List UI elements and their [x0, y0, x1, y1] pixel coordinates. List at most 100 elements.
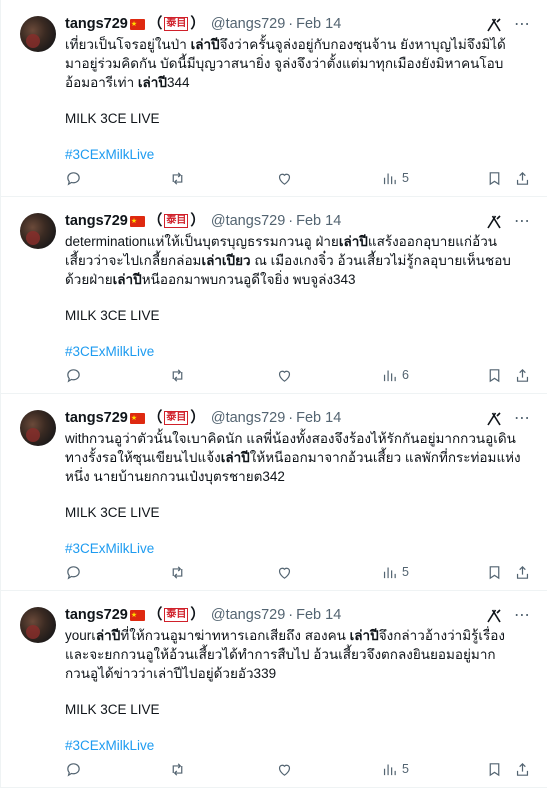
hashtag-link[interactable]: #3CExMilkLive — [65, 539, 531, 558]
user-handle[interactable]: @tangs729 — [211, 211, 285, 231]
like-button[interactable] — [276, 761, 293, 778]
views-count: 5 — [402, 171, 409, 185]
highlighted-term: ล่าปี — [95, 628, 121, 643]
tweet[interactable]: tangs729 （ 泰目 ） @tangs729 · Feb 14 ⋯ wit… — [1, 394, 547, 591]
grok-icon[interactable] — [485, 213, 503, 231]
reply-button[interactable] — [65, 170, 82, 187]
reply-button[interactable] — [65, 564, 82, 581]
grok-icon[interactable] — [485, 607, 503, 625]
hashtag-link[interactable]: #3CExMilkLive — [65, 736, 531, 755]
share-icon — [516, 368, 529, 382]
views-chart-icon — [383, 567, 396, 578]
views-chart-icon — [383, 370, 396, 381]
name-paren-open: （ — [147, 213, 163, 229]
tweet-header: tangs729 （ 泰目 ） @tangs729 · Feb 14 — [65, 605, 531, 626]
like-button[interactable] — [276, 170, 293, 187]
reply-button[interactable] — [65, 761, 82, 778]
more-options-icon[interactable]: ⋯ — [513, 410, 531, 428]
tweet-text: yourเล่าปีที่ให้กวนอูมาฆ่าทหารเอกเสียถึง… — [65, 626, 531, 683]
display-name[interactable]: tangs729 — [65, 408, 128, 428]
share-button[interactable] — [514, 761, 531, 778]
highlighted-term: เล่าปี — [112, 272, 142, 287]
tweet-text: determinationแห่ให้เป็นบุตรบุญธรรมกวนอู … — [65, 232, 531, 289]
display-name[interactable]: tangs729 — [65, 605, 128, 625]
tweet-text-live: MILK 3CE LIVE — [65, 308, 160, 323]
text-segment: 344 — [166, 75, 190, 90]
name-badge: 泰目 — [164, 608, 189, 622]
share-button[interactable] — [514, 367, 531, 384]
highlighted-term: เล่าเปียว — [201, 253, 251, 268]
reply-icon — [67, 565, 80, 579]
views-button[interactable]: 5 — [381, 170, 409, 187]
tweet-date[interactable]: Feb 14 — [296, 211, 341, 231]
retweet-button[interactable] — [169, 761, 186, 778]
china-flag-icon — [129, 15, 145, 35]
avatar[interactable] — [20, 410, 56, 446]
views-button[interactable]: 5 — [381, 564, 409, 581]
tweet[interactable]: tangs729 （ 泰目 ） @tangs729 · Feb 14 ⋯ เที… — [1, 0, 547, 197]
text-segment: yourเ — [65, 628, 96, 643]
name-paren-open: （ — [147, 410, 163, 426]
china-flag-icon — [129, 212, 145, 232]
retweet-icon — [172, 171, 183, 185]
highlighted-term: เล่าปี — [220, 450, 250, 465]
more-options-icon[interactable]: ⋯ — [513, 213, 531, 231]
like-button[interactable] — [276, 367, 293, 384]
reply-icon — [67, 171, 80, 185]
tweet-date[interactable]: Feb 14 — [296, 605, 341, 625]
reply-button[interactable] — [65, 367, 82, 384]
separator-dot: · — [288, 607, 294, 623]
avatar[interactable] — [20, 213, 56, 249]
views-count: 6 — [402, 368, 409, 382]
avatar[interactable] — [20, 607, 56, 643]
heart-icon — [278, 370, 291, 382]
views-button[interactable]: 6 — [381, 367, 409, 384]
bookmark-button[interactable] — [486, 367, 503, 384]
bookmark-icon — [489, 368, 500, 382]
user-handle[interactable]: @tangs729 — [211, 605, 285, 625]
views-button[interactable]: 5 — [381, 761, 409, 778]
bookmark-button[interactable] — [486, 170, 503, 187]
tweet-feed: tangs729 （ 泰目 ） @tangs729 · Feb 14 ⋯ เที… — [0, 0, 547, 788]
more-options-icon[interactable]: ⋯ — [513, 16, 531, 34]
display-name[interactable]: tangs729 — [65, 14, 128, 34]
retweet-button[interactable] — [169, 367, 186, 384]
views-chart-icon — [383, 173, 396, 184]
hashtag-link[interactable]: #3CExMilkLive — [65, 145, 531, 164]
tweet[interactable]: tangs729 （ 泰目 ） @tangs729 · Feb 14 ⋯ you… — [1, 591, 547, 788]
display-name[interactable]: tangs729 — [65, 211, 128, 231]
tweet-actions: 6 — [65, 365, 531, 385]
bookmark-button[interactable] — [486, 564, 503, 581]
grok-icon[interactable] — [485, 16, 503, 34]
share-icon — [516, 762, 529, 776]
bookmark-icon — [489, 171, 500, 185]
bookmark-button[interactable] — [486, 761, 503, 778]
china-flag-icon — [129, 606, 145, 626]
tweet-date[interactable]: Feb 14 — [296, 14, 341, 34]
user-handle[interactable]: @tangs729 — [211, 14, 285, 34]
hashtag-link[interactable]: #3CExMilkLive — [65, 342, 531, 361]
avatar[interactable] — [20, 16, 56, 52]
share-icon — [516, 171, 529, 185]
bookmark-icon — [489, 762, 500, 776]
highlighted-term: เล่าปี — [349, 628, 379, 643]
share-button[interactable] — [514, 564, 531, 581]
tweet-date[interactable]: Feb 14 — [296, 408, 341, 428]
retweet-button[interactable] — [169, 170, 186, 187]
more-options-icon[interactable]: ⋯ — [513, 607, 531, 625]
text-segment: ที่ให้กวนอูมาฆ่าทหารเอกเสียถึง สองคน — [120, 628, 350, 643]
tweet[interactable]: tangs729 （ 泰目 ） @tangs729 · Feb 14 ⋯ det… — [1, 197, 547, 394]
separator-dot: · — [288, 410, 294, 426]
retweet-icon — [172, 368, 183, 382]
name-badge: 泰目 — [164, 17, 189, 31]
tweet-text: withกวนอูว่าตัวนั้นใจเบาคิดนัก แลพี่น้อง… — [65, 429, 531, 486]
grok-icon[interactable] — [485, 410, 503, 428]
name-paren-close: ） — [190, 213, 205, 229]
user-handle[interactable]: @tangs729 — [211, 408, 285, 428]
name-badge: 泰目 — [164, 214, 189, 228]
tweet-header: tangs729 （ 泰目 ） @tangs729 · Feb 14 — [65, 408, 531, 429]
text-segment: เที่ยวเป็นโจรอยู่ในป่า — [65, 37, 191, 52]
share-button[interactable] — [514, 170, 531, 187]
retweet-button[interactable] — [169, 564, 186, 581]
like-button[interactable] — [276, 564, 293, 581]
